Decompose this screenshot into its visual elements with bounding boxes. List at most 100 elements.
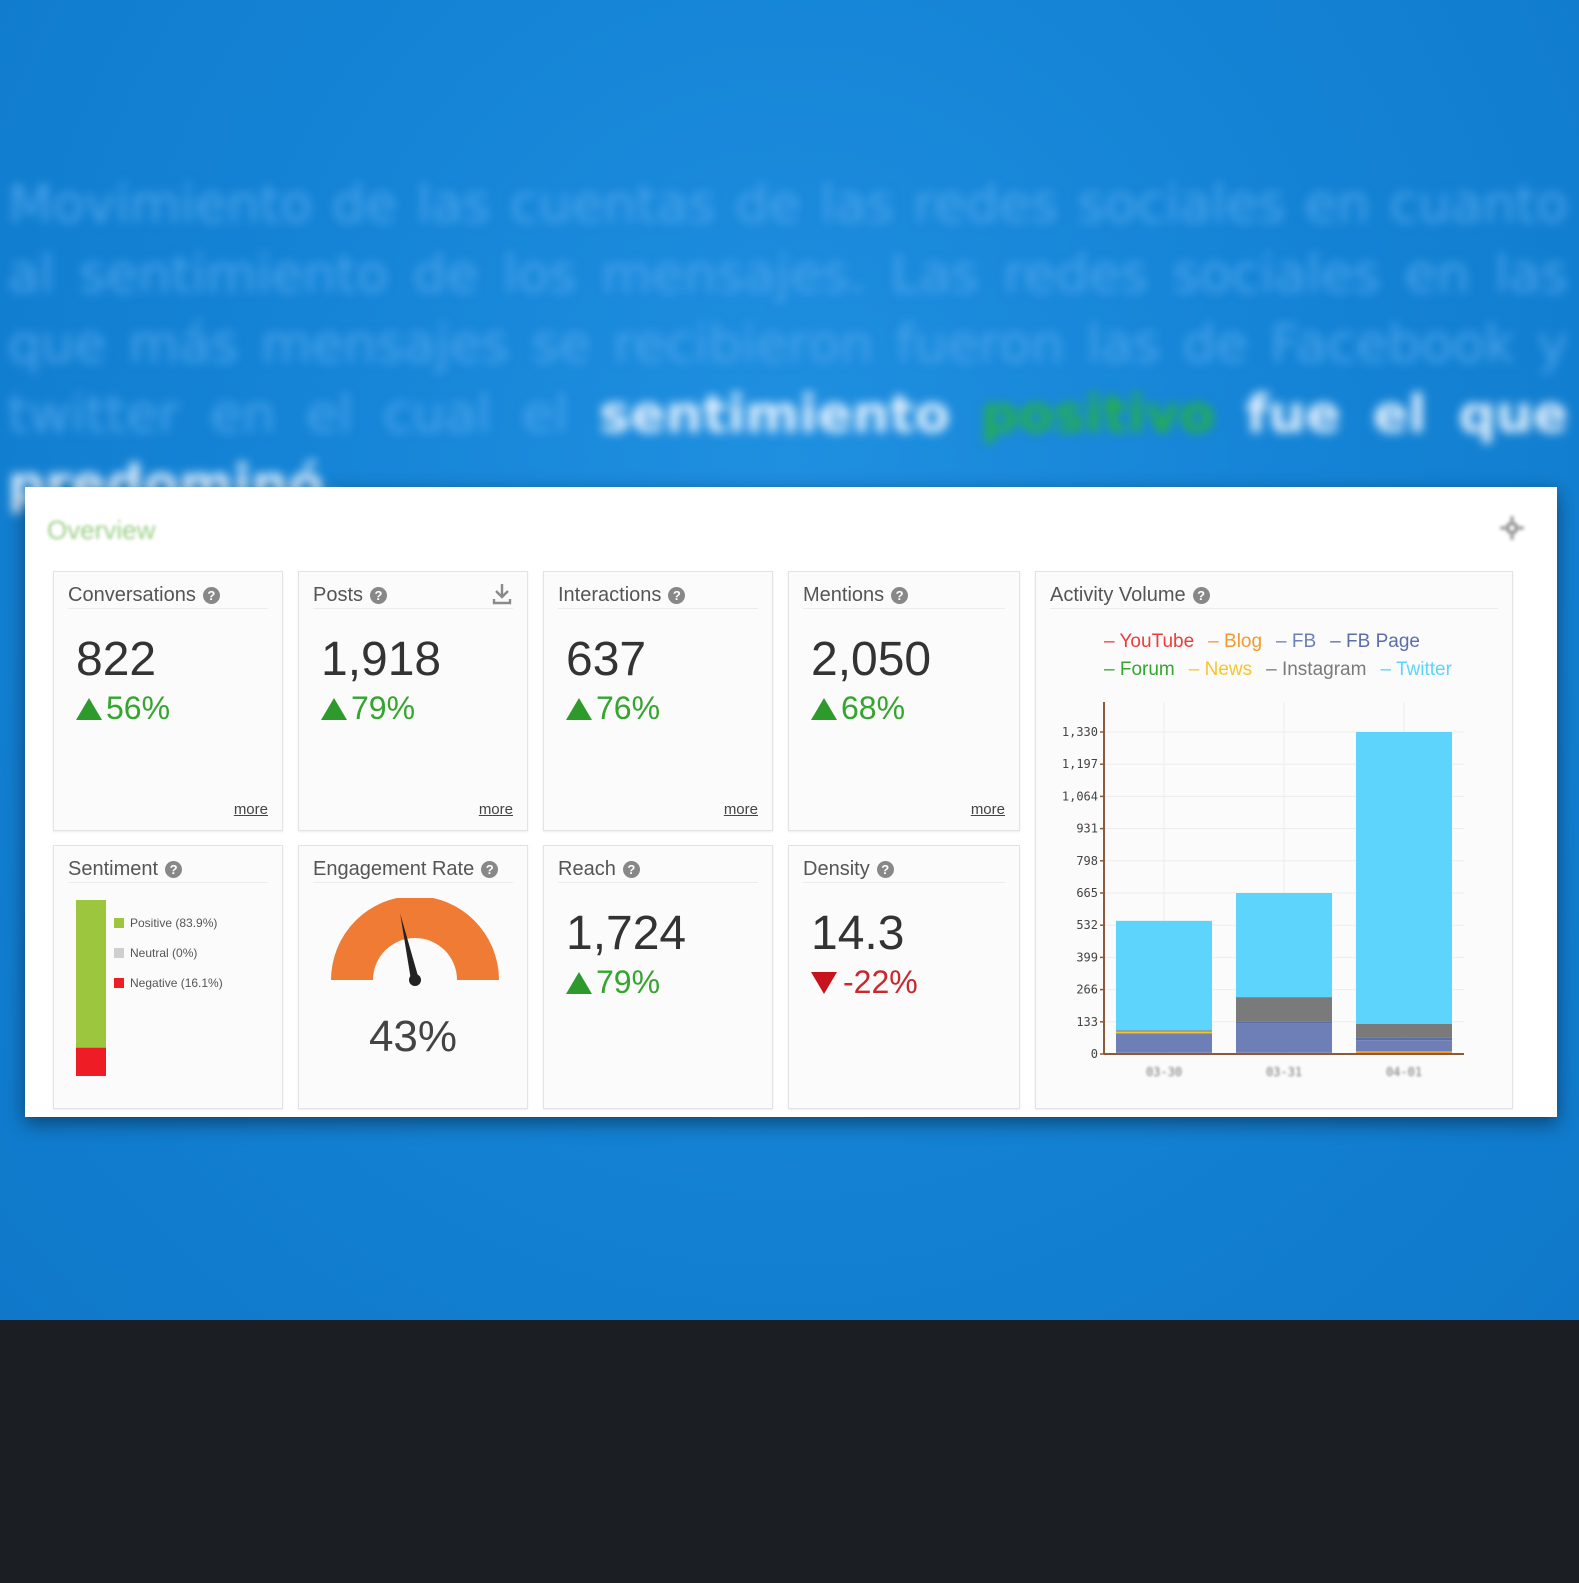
bar-03-31-twitter[interactable]	[1236, 893, 1332, 998]
more-link[interactable]: more	[234, 801, 268, 818]
gear-icon[interactable]	[1499, 515, 1525, 541]
card-title: Reach	[558, 857, 616, 880]
legend-item-instagram[interactable]: – Instagram	[1266, 656, 1366, 684]
card-title: Mentions	[803, 583, 885, 606]
metric-delta-text: 56%	[106, 690, 171, 726]
y-tick-label: 399	[1076, 950, 1098, 964]
background-dark-band	[0, 1320, 1579, 1583]
y-tick-label: 1,064	[1062, 789, 1098, 803]
card-sentiment: Sentiment ? Positive (83.9%) Neutral (0%…	[53, 845, 283, 1109]
more-link[interactable]: more	[971, 801, 1005, 818]
bar-03-31-fb-page[interactable]	[1236, 1021, 1332, 1024]
y-tick-label: 665	[1076, 886, 1098, 900]
card-posts: Posts ? 1,918 79% more	[298, 571, 528, 831]
gauge-value: 43%	[368, 1012, 458, 1061]
bar-04-01-twitter[interactable]	[1356, 732, 1452, 1024]
y-tick-label: 266	[1076, 983, 1098, 997]
legend-label: Negative (16.1%)	[130, 976, 223, 990]
card-title: Interactions	[558, 583, 662, 606]
y-tick-label: 0	[1091, 1047, 1098, 1061]
metric-delta: 56%	[76, 690, 170, 727]
x-tick-label: 04-01	[1386, 1065, 1422, 1079]
trend-up-icon	[566, 971, 592, 994]
legend-item-fb[interactable]: – FB	[1276, 628, 1316, 656]
bar-03-31-fb[interactable]	[1236, 1023, 1332, 1053]
help-icon[interactable]: ?	[1192, 586, 1210, 604]
y-tick-label: 1,330	[1062, 725, 1098, 739]
metric-value: 637	[566, 633, 647, 686]
bar-03-30-instagram[interactable]	[1116, 1030, 1212, 1032]
metric-value: 2,050	[811, 633, 932, 686]
card-density: Density ? 14.3 -22%	[788, 845, 1020, 1109]
trend-up-icon	[811, 697, 837, 720]
card-title: Posts	[313, 583, 364, 606]
legend-item-blog[interactable]: – Blog	[1208, 628, 1262, 656]
metric-delta: 79%	[566, 964, 660, 1001]
x-tick-label: 03-30	[1146, 1065, 1182, 1079]
legend-item-forum[interactable]: – Forum	[1104, 656, 1175, 684]
card-title: Sentiment	[68, 857, 159, 880]
sentiment-stacked-bar	[76, 900, 106, 1076]
panel-title: Overview	[47, 515, 156, 545]
bar-03-30-twitter[interactable]	[1116, 920, 1212, 1031]
more-link[interactable]: more	[724, 801, 758, 818]
card-title: Density	[803, 857, 870, 880]
card-reach: Reach ? 1,724 79%	[543, 845, 773, 1109]
legend-item-fb-page[interactable]: – FB Page	[1330, 628, 1420, 656]
legend-neutral: Neutral (0%)	[114, 938, 223, 968]
caption-line-4-green: positivo	[980, 385, 1215, 445]
download-icon[interactable]	[491, 582, 513, 606]
positive-swatch	[114, 918, 124, 928]
engagement-gauge	[331, 898, 499, 986]
bar-03-31-instagram[interactable]	[1236, 997, 1332, 1022]
bar-04-01-instagram[interactable]	[1356, 1023, 1452, 1038]
card-title: Conversations	[68, 583, 196, 606]
legend-negative: Negative (16.1%)	[114, 968, 223, 998]
help-icon[interactable]: ?	[891, 586, 909, 604]
help-icon[interactable]: ?	[165, 860, 183, 878]
legend-item-twitter[interactable]: – Twitter	[1380, 656, 1451, 684]
legend-label: Positive (83.9%)	[130, 916, 218, 930]
gauge-hub	[409, 974, 421, 986]
help-icon[interactable]: ?	[202, 586, 220, 604]
metric-delta: 68%	[811, 690, 905, 727]
y-tick-label: 798	[1076, 854, 1098, 868]
bar-04-01-fb[interactable]	[1356, 1040, 1452, 1052]
neutral-swatch	[114, 948, 124, 958]
help-icon[interactable]: ?	[370, 586, 388, 604]
chart-legend: – YouTube – Blog – FB – FB Page – Forum – New…	[1104, 628, 1504, 684]
help-icon[interactable]: ?	[876, 860, 894, 878]
legend-positive: Positive (83.9%)	[114, 908, 223, 938]
bar-03-30-fb-page[interactable]	[1116, 1033, 1212, 1035]
y-tick-label: 1,197	[1062, 757, 1098, 771]
legend-item-youtube[interactable]: – YouTube	[1104, 628, 1194, 656]
more-link[interactable]: more	[479, 801, 513, 818]
card-activity-volume: Activity Volume ? – YouTube – Blog – FB – F…	[1035, 571, 1513, 1109]
legend-item-news[interactable]: – News	[1189, 656, 1252, 684]
metric-delta-text: 79%	[351, 690, 416, 726]
card-interactions: Interactions ? 637 76% more	[543, 571, 773, 831]
bar-03-30-fb[interactable]	[1116, 1034, 1212, 1053]
metric-value: 14.3	[811, 907, 905, 960]
metric-value: 822	[76, 633, 157, 686]
help-icon[interactable]: ?	[622, 860, 640, 878]
bar-03-30-news[interactable]	[1116, 1031, 1212, 1034]
caption-line-4-pre: en el cual el	[210, 385, 569, 445]
metric-value: 1,724	[566, 907, 687, 960]
overview-panel: Overview Conversations ? 822 56% more Po…	[25, 487, 1557, 1117]
activity-volume-chart: 0 133 266 399 532 665 798 931 1,064 1,197 1,330 03-…	[1062, 702, 1464, 1079]
caption-text: Movimiento de las cuentas de las redes s…	[8, 170, 1568, 520]
trend-up-icon	[76, 697, 102, 720]
metric-delta-text: -22%	[843, 964, 918, 1000]
card-title: Activity Volume	[1050, 583, 1186, 606]
metric-delta-text: 79%	[596, 964, 661, 1000]
trend-up-icon	[566, 697, 592, 720]
help-icon[interactable]: ?	[668, 586, 686, 604]
bar-04-01-fb-page[interactable]	[1356, 1037, 1452, 1041]
help-icon[interactable]: ?	[481, 860, 499, 878]
card-conversations: Conversations ? 822 56% more	[53, 571, 283, 831]
metric-delta: -22%	[811, 964, 918, 1001]
sentiment-segment-0	[76, 900, 106, 1048]
x-tick-label: 03-31	[1266, 1065, 1302, 1079]
caption-line-4-strong: sentimiento	[599, 385, 951, 445]
